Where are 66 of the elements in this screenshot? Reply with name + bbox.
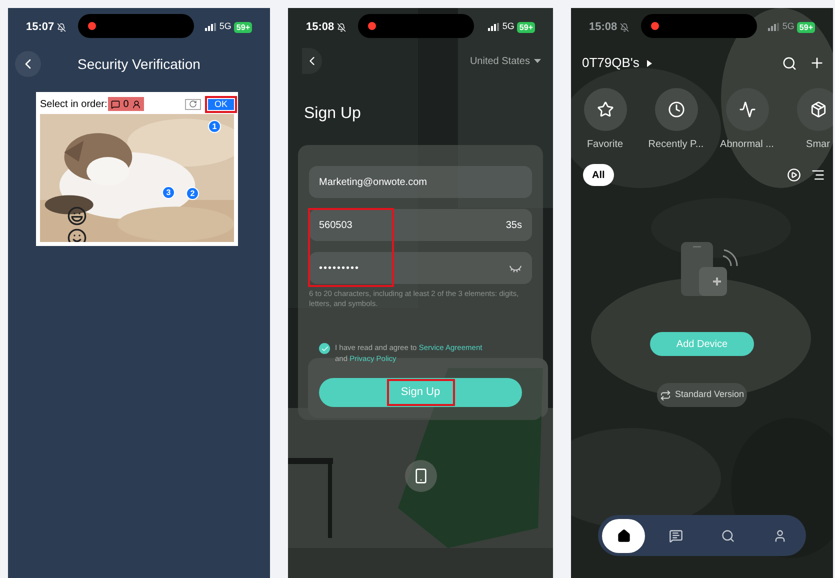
- phone-icon: [412, 468, 428, 484]
- battery-level: 59+: [517, 22, 535, 32]
- clock-icon: [668, 101, 684, 118]
- pulse-icon: [738, 101, 756, 118]
- screen-title: Security Verification: [78, 54, 200, 74]
- status-time: 15:07: [26, 20, 54, 35]
- silent-icon: [620, 22, 630, 32]
- password-field[interactable]: •••••••••: [309, 252, 532, 284]
- network-type: 5G: [782, 20, 794, 34]
- play-icon[interactable]: [787, 168, 801, 182]
- silent-icon: [337, 22, 346, 32]
- nav-tab[interactable]: [602, 518, 645, 552]
- shortcut-item[interactable]: Recently P...: [642, 88, 710, 152]
- shortcut-item[interactable]: Favorite: [571, 88, 639, 152]
- email-field[interactable]: Marketing@onwote.com: [309, 166, 532, 198]
- resend-countdown: 35s: [506, 218, 522, 232]
- refresh-button[interactable]: [185, 98, 201, 110]
- captcha-prompt: Select in order:: [40, 98, 108, 112]
- star-icon: [596, 101, 614, 118]
- network-type: 5G: [219, 20, 232, 34]
- home-icon: [616, 528, 630, 542]
- shortcut-label: Favorite: [586, 138, 624, 152]
- dropdown-caret-icon: [534, 59, 541, 63]
- list-icon[interactable]: [811, 168, 825, 182]
- add-device-illustration: [679, 242, 739, 297]
- person-icon: [132, 100, 141, 108]
- shortcut-item[interactable]: Smar: [784, 88, 833, 152]
- target-count: 0: [123, 98, 129, 112]
- signal-icon: [768, 23, 780, 31]
- version-switch-button[interactable]: Standard Version: [656, 383, 748, 407]
- code-field[interactable]: 560503 35s: [309, 209, 532, 241]
- shortcut-item[interactable]: Abnormal ...: [713, 88, 781, 152]
- profile-icon: [773, 528, 788, 542]
- signal-icon: [205, 23, 216, 31]
- speech-bubble-icon: [111, 100, 120, 108]
- box-icon: [810, 101, 826, 118]
- field-value: Marketing@onwote.com: [319, 176, 427, 190]
- shortcut-label: Abnormal ...: [720, 138, 774, 152]
- smiling-face-icon: [67, 228, 87, 242]
- switch-icon: [660, 390, 671, 400]
- status-time: 15:08: [589, 20, 618, 35]
- shortcut-label: Recently P...: [648, 138, 704, 152]
- home-switcher[interactable]: 0T79QB's: [582, 53, 652, 73]
- search-icon: [721, 528, 736, 542]
- phone-login-button[interactable]: [404, 460, 436, 492]
- battery-level: 59+: [797, 22, 815, 32]
- silent-icon: [57, 22, 66, 32]
- ok-button[interactable]: OK: [208, 98, 234, 110]
- region-selector[interactable]: United States: [470, 54, 541, 68]
- status-time: 15:08: [306, 20, 334, 35]
- agreement-checkbox[interactable]: [319, 343, 330, 354]
- expand-arrow-icon: [647, 60, 652, 66]
- check-icon: [320, 344, 328, 352]
- add-icon[interactable]: [809, 55, 825, 71]
- battery-level: 59+: [234, 22, 252, 32]
- refresh-icon: [189, 100, 197, 108]
- back-button[interactable]: [15, 51, 41, 77]
- signal-icon: [488, 23, 500, 31]
- network-type: 5G: [502, 20, 514, 34]
- field-value: 560503: [319, 218, 352, 232]
- chat-icon: [668, 528, 683, 542]
- page-heading: Sign Up: [304, 104, 361, 124]
- laughing-face-icon: [67, 206, 87, 226]
- shortcut-label: Smar: [806, 138, 830, 152]
- field-value: •••••••••: [319, 262, 360, 276]
- search-icon[interactable]: [782, 56, 797, 70]
